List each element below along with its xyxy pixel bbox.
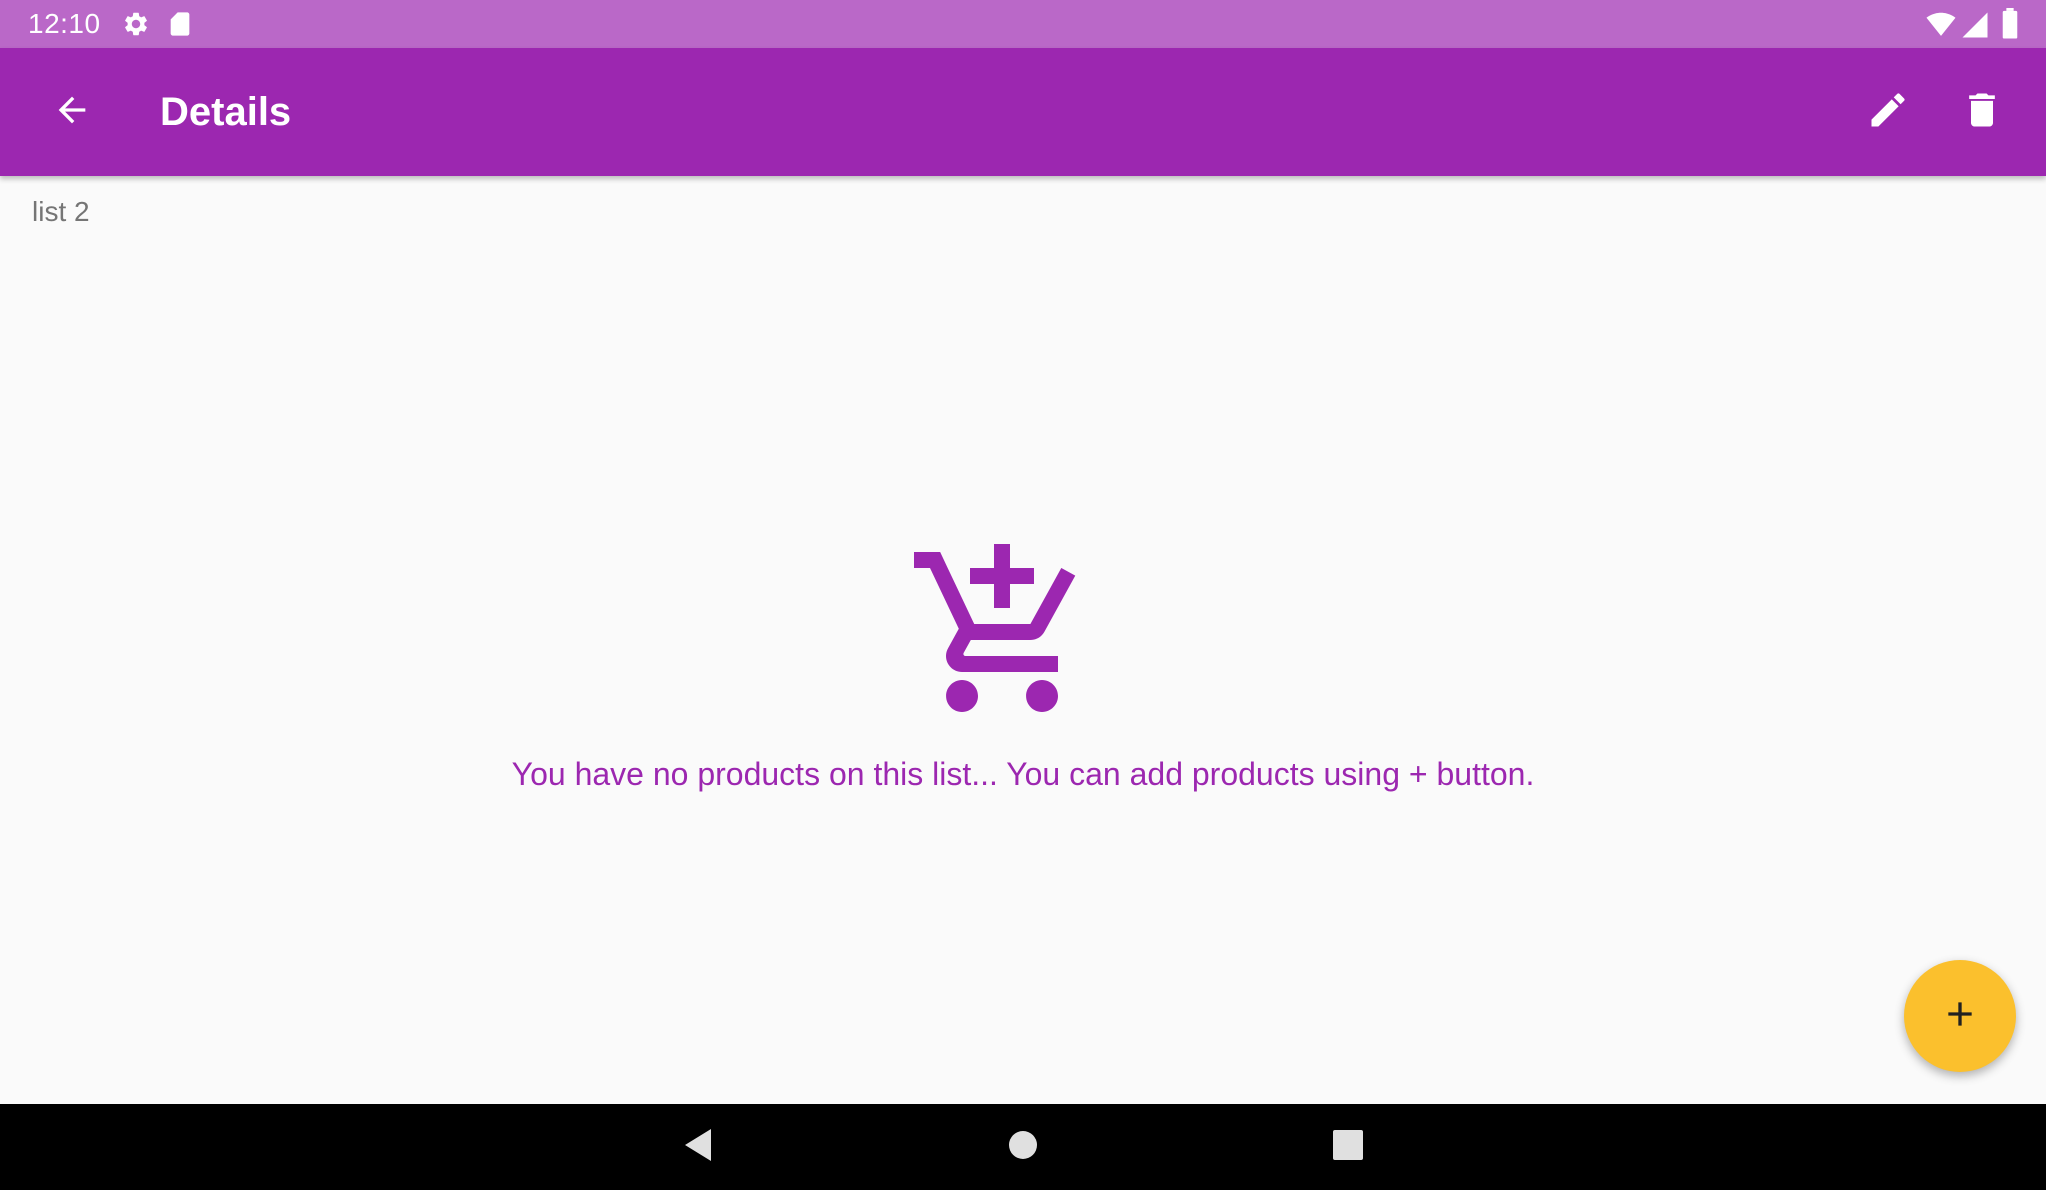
delete-button[interactable] xyxy=(1950,80,2014,144)
back-button[interactable] xyxy=(40,80,104,144)
nav-back-icon xyxy=(681,1127,715,1168)
status-time: 12:10 xyxy=(28,8,101,39)
edit-button[interactable] xyxy=(1856,80,1920,144)
nav-recents-icon xyxy=(1332,1129,1364,1166)
arrow-back-icon xyxy=(52,90,92,135)
battery-icon xyxy=(1998,8,2022,45)
add-shopping-cart-icon xyxy=(906,536,1098,728)
list-name: list 2 xyxy=(32,196,90,227)
screen: 12:10 Details list 2 You have no product… xyxy=(0,0,2046,1190)
navigation-bar xyxy=(0,1104,2046,1190)
trash-icon xyxy=(1960,88,2004,137)
status-bar: 12:10 xyxy=(0,0,2046,48)
wifi-icon xyxy=(1924,9,1958,44)
nav-recents-button[interactable] xyxy=(1324,1123,1372,1171)
nav-home-button[interactable] xyxy=(999,1123,1047,1171)
app-bar: Details xyxy=(0,48,2046,176)
cellular-signal-icon xyxy=(1960,10,1990,45)
nav-home-icon xyxy=(1008,1130,1038,1165)
nav-back-button[interactable] xyxy=(674,1123,722,1171)
sd-card-icon xyxy=(166,10,194,43)
pencil-icon xyxy=(1866,88,1910,137)
gear-icon xyxy=(122,10,150,43)
empty-state-message: You have no products on this list... You… xyxy=(511,756,1535,792)
page-title: Details xyxy=(160,90,292,134)
add-product-button[interactable] xyxy=(1904,960,2016,1072)
plus-icon xyxy=(1940,994,1980,1039)
